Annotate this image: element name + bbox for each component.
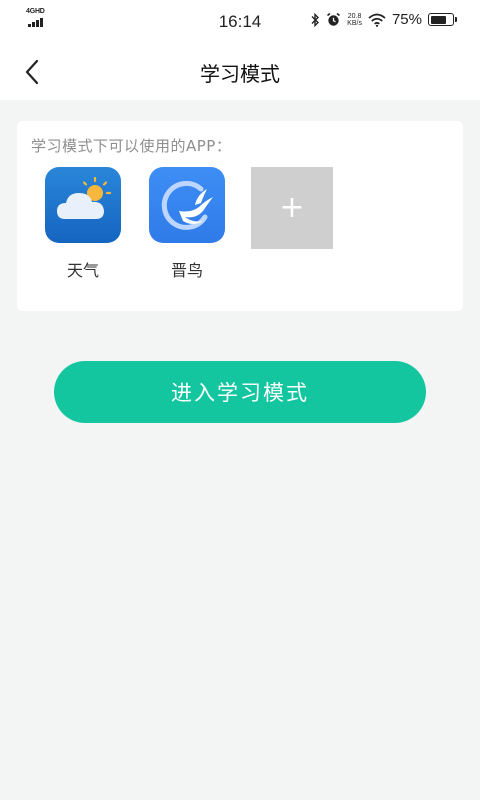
add-app-button[interactable]: + <box>251 167 333 249</box>
status-bar: 4GHD 16:14 20.8 KB/s 75% <box>0 0 480 44</box>
app-item-weather[interactable]: 天气 <box>43 167 123 281</box>
network-speed-unit: KB/s <box>347 19 362 27</box>
weather-icon <box>45 167 121 243</box>
network-speed-value: 20.8 <box>347 12 362 20</box>
app-item-bird[interactable]: 晋鸟 <box>147 167 227 281</box>
allowed-apps-hint: 学习模式下可以使用的APP： <box>31 137 232 155</box>
plus-icon: + <box>279 190 305 225</box>
nav-bar: 学习模式 <box>0 44 480 100</box>
weather-icon-graphic <box>57 176 112 219</box>
allowed-apps-card: 学习模式下可以使用的APP： 天气 晋鸟 + <box>17 121 463 311</box>
app-label-bird: 晋鸟 <box>170 261 203 280</box>
bird-app-icon <box>149 167 225 243</box>
status-right-group: 20.8 KB/s 75% <box>310 11 457 28</box>
enter-study-mode-button[interactable]: 进入学习模式 <box>54 361 426 423</box>
bluetooth-icon <box>311 12 320 27</box>
battery-percent: 75% <box>391 11 422 28</box>
wifi-icon <box>368 13 386 27</box>
network-speed: 20.8 KB/s <box>347 13 362 27</box>
alarm-icon <box>327 12 341 26</box>
app-label-weather: 天气 <box>66 261 99 280</box>
battery-icon <box>428 13 457 26</box>
bird-app-icon-graphic <box>161 180 213 230</box>
battery-level-fill <box>430 15 447 24</box>
page-title: 学习模式 <box>200 62 280 86</box>
